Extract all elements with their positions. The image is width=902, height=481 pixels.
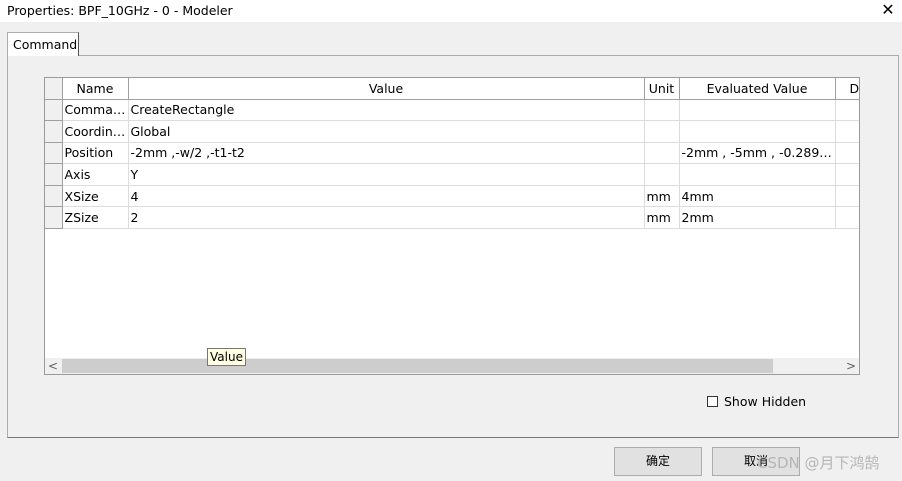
header-row: Name Value Unit Evaluated Value D: [45, 78, 859, 100]
cell-evaluated: [679, 99, 836, 122]
cell-description: [835, 142, 859, 165]
cell-value[interactable]: Global: [128, 120, 645, 143]
cell-description: [835, 206, 859, 230]
show-hidden-checkbox[interactable]: [707, 396, 718, 407]
table-row[interactable]: Coordina... Global: [45, 120, 859, 143]
cell-description: [835, 163, 859, 186]
cell-name: Coordina...: [62, 120, 129, 143]
row-selector[interactable]: [45, 99, 63, 122]
row-selector[interactable]: [45, 163, 63, 186]
cell-evaluated: [679, 163, 836, 186]
row-selector[interactable]: [45, 120, 63, 143]
row-header-corner: [45, 78, 63, 100]
table-row[interactable]: Command CreateRectangle: [45, 99, 859, 122]
row-selector[interactable]: [45, 142, 63, 165]
table-row[interactable]: ZSize 2 mm 2mm: [45, 206, 859, 230]
close-icon[interactable]: ✕: [874, 0, 902, 20]
cell-unit[interactable]: mm: [644, 185, 680, 208]
tab-command[interactable]: Command: [7, 32, 79, 56]
row-selector[interactable]: [45, 206, 63, 230]
scroll-left-icon[interactable]: <: [45, 358, 61, 374]
watermark: CSDN @月下鸿鹄: [757, 454, 880, 472]
properties-table: Name Value Unit Evaluated Value D Comman…: [45, 78, 859, 230]
scroll-right-icon[interactable]: >: [843, 358, 859, 374]
cell-name: Command: [62, 99, 129, 122]
table-row[interactable]: Position -2mm ,-w/2 ,-t1-t2 -2mm , -5mm …: [45, 142, 859, 165]
properties-grid: Name Value Unit Evaluated Value D Comman…: [44, 77, 860, 375]
show-hidden-label: Show Hidden: [724, 394, 807, 409]
horizontal-scrollbar[interactable]: < >: [45, 358, 859, 374]
cell-evaluated: -2mm , -5mm , -0.289mm: [679, 142, 836, 165]
table-row[interactable]: XSize 4 mm 4mm: [45, 185, 859, 208]
cell-unit[interactable]: [644, 120, 680, 143]
cell-evaluated: 2mm: [679, 206, 836, 230]
cell-name: Axis: [62, 163, 129, 186]
cell-description: [835, 185, 859, 208]
column-tooltip: Value: [207, 348, 246, 366]
row-selector[interactable]: [45, 185, 63, 208]
ok-button[interactable]: 确定: [614, 447, 702, 476]
cell-name: ZSize: [62, 206, 129, 230]
cell-unit[interactable]: [644, 99, 680, 122]
cell-evaluated: 4mm: [679, 185, 836, 208]
column-header-value[interactable]: Value: [128, 78, 645, 100]
column-header-name[interactable]: Name: [62, 78, 129, 100]
column-header-unit[interactable]: Unit: [644, 78, 680, 100]
cell-value[interactable]: 4: [128, 185, 645, 208]
cell-unit[interactable]: [644, 163, 680, 186]
title-bar: Properties: BPF_10GHz - 0 - Modeler ✕: [0, 0, 902, 22]
cell-value[interactable]: CreateRectangle: [128, 99, 645, 122]
cell-unit[interactable]: mm: [644, 206, 680, 230]
column-header-description[interactable]: D: [835, 78, 859, 100]
cell-value[interactable]: 2: [128, 206, 645, 230]
scrollbar-thumb[interactable]: [62, 359, 773, 373]
cell-name: Position: [62, 142, 129, 165]
cell-name: XSize: [62, 185, 129, 208]
column-header-evaluated-value[interactable]: Evaluated Value: [679, 78, 836, 100]
show-hidden-option[interactable]: Show Hidden: [707, 394, 806, 409]
cell-unit[interactable]: [644, 142, 680, 165]
window-title: Properties: BPF_10GHz - 0 - Modeler: [7, 3, 233, 18]
table-row[interactable]: Axis Y: [45, 163, 859, 186]
cell-description: [835, 120, 859, 143]
cell-value[interactable]: -2mm ,-w/2 ,-t1-t2: [128, 142, 645, 165]
cell-description: [835, 99, 859, 122]
cell-value[interactable]: Y: [128, 163, 645, 186]
cell-evaluated: [679, 120, 836, 143]
